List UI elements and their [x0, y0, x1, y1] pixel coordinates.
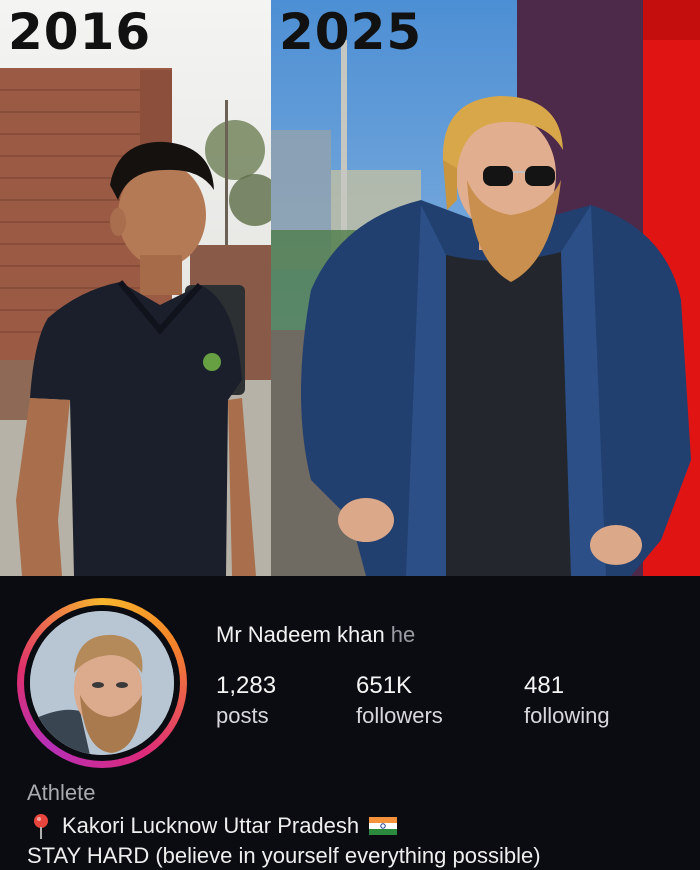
avatar-gap — [24, 605, 180, 761]
india-flag-icon — [369, 817, 398, 835]
profile-header: Mr Nadeem khan he 1,283 posts 651K follow… — [0, 576, 700, 870]
comparison-photos: 2016 2025 — [0, 0, 700, 576]
avatar-image — [30, 611, 174, 755]
photo-2016-image — [0, 0, 271, 576]
avatar[interactable] — [30, 611, 174, 755]
profile-location: Kakori Lucknow Uttar Pradesh — [30, 812, 398, 840]
pronoun: he — [390, 622, 416, 647]
avatar-story-ring[interactable] — [17, 598, 187, 768]
posts-count: 1,283 — [216, 672, 277, 699]
posts-label: posts — [216, 703, 269, 728]
username-line: Mr Nadeem khan he — [216, 622, 415, 648]
stat-followers[interactable]: 651K followers — [356, 672, 443, 730]
photo-2016: 2016 — [0, 0, 271, 576]
profile-bio: STAY HARD (believe in yourself everythin… — [27, 843, 541, 868]
pin-icon — [34, 814, 48, 839]
stat-posts[interactable]: 1,283 posts — [216, 672, 276, 730]
following-label: following — [524, 703, 610, 728]
year-label-2016: 2016 — [8, 3, 152, 61]
photo-2025: 2025 — [271, 0, 700, 576]
stat-following[interactable]: 481 following — [524, 672, 610, 730]
photo-2025-image — [271, 0, 700, 576]
year-label-2025: 2025 — [279, 3, 423, 61]
profile-category: Athlete — [27, 780, 96, 805]
followers-label: followers — [356, 703, 443, 728]
username[interactable]: Mr Nadeem khan — [216, 622, 385, 647]
location-text: Kakori Lucknow Uttar Pradesh — [62, 813, 360, 838]
following-count: 481 — [524, 672, 565, 699]
followers-count: 651K — [356, 672, 413, 699]
